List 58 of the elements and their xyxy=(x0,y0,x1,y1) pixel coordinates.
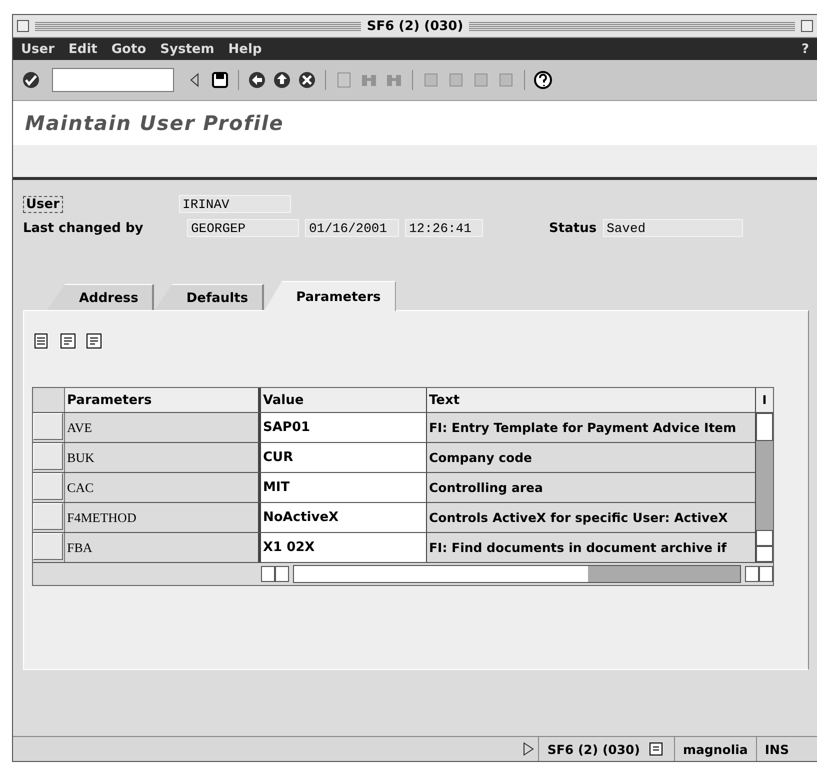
table-cell-text: Controls ActiveX for specific User: ActiveX xyxy=(428,509,729,527)
scroll-right-button[interactable] xyxy=(275,566,289,582)
row-detail-icon[interactable] xyxy=(84,331,104,351)
help-menu[interactable]: ? xyxy=(801,42,809,56)
field-label: Status xyxy=(549,220,597,236)
menu-item[interactable]: System xyxy=(160,42,214,56)
time-field: 12:26:41 xyxy=(405,219,483,237)
server-name: magnolia xyxy=(674,737,756,761)
row-edit-icon[interactable] xyxy=(58,331,78,351)
up-icon[interactable] xyxy=(272,70,292,90)
vertical-scrollbar[interactable] xyxy=(755,413,773,563)
tab[interactable]: Address xyxy=(47,284,154,310)
scroll-right-button[interactable] xyxy=(759,566,773,582)
window-title: SF6 (2) (030) xyxy=(366,18,464,34)
value-cell[interactable]: MIT xyxy=(261,473,427,502)
zoom-box[interactable] xyxy=(801,20,814,32)
column-header[interactable]: I xyxy=(755,388,773,412)
column-header[interactable]: Text xyxy=(427,388,755,412)
row-selector[interactable] xyxy=(33,443,63,470)
cancel-icon[interactable] xyxy=(297,70,317,90)
status-field: Saved xyxy=(602,219,743,237)
system-info: SF6 (2) (030) xyxy=(547,742,640,756)
table-cell-text: FI: Entry Template for Payment Advice Item xyxy=(428,419,738,437)
value-cell[interactable]: X1 02X xyxy=(261,533,427,562)
input-mode: INS xyxy=(756,737,797,761)
check-icon[interactable] xyxy=(21,70,41,90)
column-header[interactable]: Parameters xyxy=(65,388,261,412)
tab[interactable]: Parameters xyxy=(264,281,396,311)
date-field: 01/16/2001 xyxy=(305,219,399,237)
scroll-left-button[interactable] xyxy=(261,566,275,582)
back-icon[interactable] xyxy=(247,70,267,90)
field-label: Last changed by xyxy=(23,220,144,236)
column-header[interactable]: Value xyxy=(261,388,427,412)
field-label: User xyxy=(23,196,63,212)
scroll-left-button[interactable] xyxy=(745,566,759,582)
row-selector[interactable] xyxy=(33,533,63,560)
menu-item[interactable]: Goto xyxy=(111,42,146,56)
value-cell[interactable]: CUR xyxy=(261,443,427,472)
row-selector[interactable] xyxy=(33,503,63,530)
user-field: IRINAV xyxy=(178,195,291,213)
value-cell[interactable]: SAP01 xyxy=(261,413,427,442)
tab[interactable]: Defaults xyxy=(154,284,264,310)
menu-item[interactable]: User xyxy=(21,42,55,56)
row-selector[interactable] xyxy=(33,473,63,500)
screen-title: Maintain User Profile xyxy=(25,111,284,135)
table-cell-text: Controlling area xyxy=(428,479,544,497)
table-cell-text: FI: Find documents in document archive if xyxy=(428,539,728,557)
help-icon[interactable] xyxy=(533,70,553,90)
command-field[interactable] xyxy=(52,68,174,92)
changed-by-field: GEORGEP xyxy=(187,219,299,237)
row-selector[interactable] xyxy=(33,413,63,440)
value-cell[interactable]: NoActiveX xyxy=(261,503,427,532)
save-icon[interactable] xyxy=(210,70,230,90)
table-cell-text: Company code xyxy=(428,449,533,467)
close-box[interactable] xyxy=(17,20,29,32)
horizontal-scrollbar[interactable] xyxy=(293,565,741,583)
menu-item[interactable]: Help xyxy=(228,42,262,56)
menu-item[interactable]: Edit xyxy=(68,42,98,56)
